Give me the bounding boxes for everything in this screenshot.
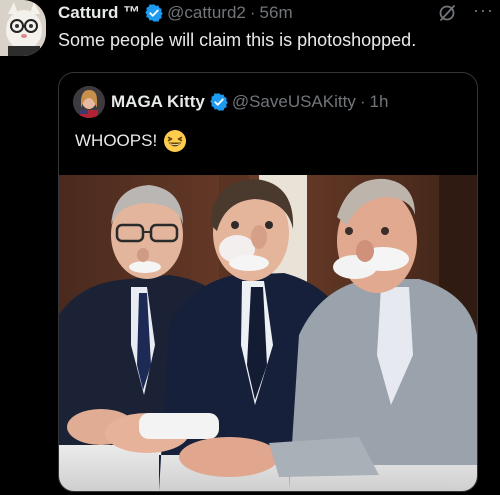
post-text: Some people will claim this is photoshop… [58,30,417,50]
quoted-post-text: WHOOPS! [75,131,158,150]
grok-watermark: Grok [449,475,469,485]
quoted-post-image[interactable]: Grok [59,175,477,491]
verified-badge-icon [144,3,164,23]
quoted-post-time[interactable]: 1h [370,92,389,112]
author-avatar[interactable] [0,0,46,56]
quoted-post[interactable]: MAGA Kitty @SaveUSAKitty · 1h WHOOPS! Gr… [58,72,478,492]
quoted-author-handle[interactable]: @SaveUSAKitty [232,92,356,112]
author-handle[interactable]: @catturd2 [167,3,246,23]
post-header: Catturd ™ @catturd2 · 56m [58,2,490,24]
quoted-post-header: MAGA Kitty @SaveUSAKitty · 1h [73,86,389,118]
verified-badge-icon [209,92,229,112]
post-time[interactable]: 56m [260,3,293,23]
quoted-author-name[interactable]: MAGA Kitty [111,92,205,112]
quoted-author-avatar[interactable] [73,86,105,118]
grinning-squinting-face-icon [163,129,187,153]
author-name[interactable]: Catturd ™ [58,3,140,23]
post-card: Catturd ™ @catturd2 · 56m ··· Some peopl… [0,0,500,495]
quoted-post-text-row: WHOOPS! [75,129,187,153]
separator-dot: · [359,92,366,111]
more-options-icon[interactable]: ··· [473,0,494,21]
photo-illustration [59,175,477,491]
separator-dot: · [249,3,256,22]
grok-icon[interactable] [438,4,456,22]
